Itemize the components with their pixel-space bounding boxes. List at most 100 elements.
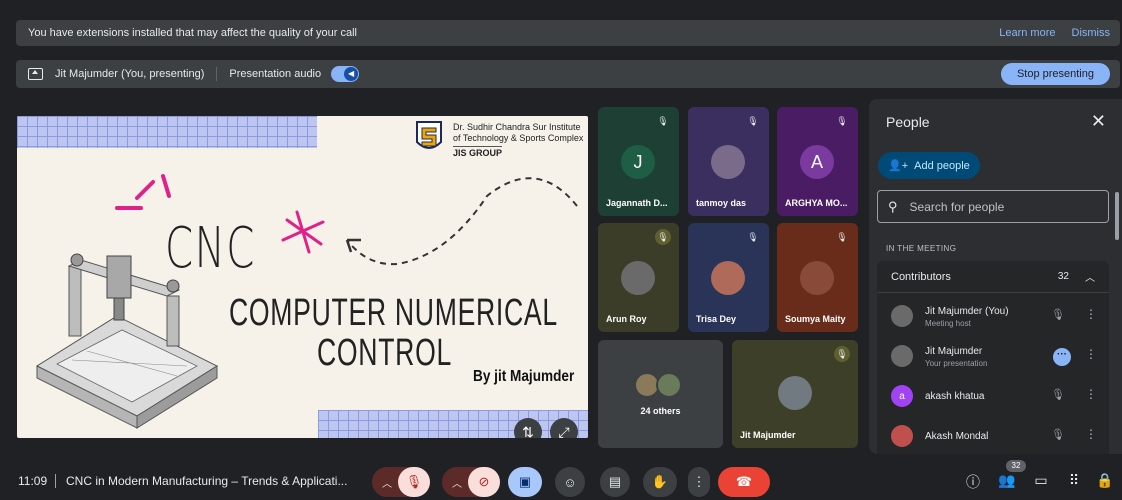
- avatar: [891, 345, 913, 367]
- muted-mic-icon: 🎙: [655, 229, 671, 245]
- captions-button[interactable]: ▤: [600, 467, 630, 497]
- participant-tile[interactable]: 🎙 J Jagannath D...: [598, 107, 679, 216]
- present-screen-icon: [28, 68, 43, 80]
- present-button[interactable]: ▣: [508, 467, 542, 497]
- participant-row[interactable]: Jit Majumder Your presentation ··· ⋮: [877, 337, 1109, 377]
- close-icon[interactable]: ✕: [1091, 111, 1106, 132]
- more-vert-icon: ⋮: [692, 474, 706, 489]
- participant-role: Your presentation: [925, 359, 988, 368]
- more-options-icon[interactable]: ⋮: [1085, 307, 1097, 321]
- add-person-icon: 👤+: [888, 160, 909, 172]
- mic-toggle-button[interactable]: 🎙: [398, 467, 430, 497]
- more-options-button[interactable]: ⋮: [688, 467, 710, 497]
- participant-tile[interactable]: 🎙 tanmoy das: [688, 107, 769, 216]
- chat-icon[interactable]: ▭: [1031, 472, 1051, 489]
- add-people-label: Add people: [914, 159, 970, 172]
- participant-name: Jagannath D...: [606, 198, 668, 208]
- meeting-time: 11:09: [18, 474, 48, 488]
- chevron-up-icon: ︿: [452, 478, 462, 490]
- muted-mic-icon: 🎙: [836, 116, 848, 126]
- stop-presenting-button[interactable]: Stop presenting: [1000, 63, 1110, 85]
- participant-name: tanmoy das: [696, 198, 747, 208]
- participant-name: Arun Roy: [606, 314, 647, 324]
- participant-tile[interactable]: 🎙 A ARGHYA MO...: [777, 107, 858, 216]
- participant-name: Akash Mondal: [925, 431, 989, 442]
- activities-icon[interactable]: ⠿: [1064, 472, 1084, 489]
- avatar: A: [800, 145, 834, 179]
- panel-title: People: [886, 114, 930, 130]
- dismiss-link[interactable]: Dismiss: [1072, 27, 1111, 39]
- avatar: [656, 372, 682, 398]
- contributors-label: Contributors: [891, 270, 951, 283]
- presenter-label: Jit Majumder (You, presenting): [55, 68, 205, 80]
- in-meeting-heading: IN THE MEETING: [886, 244, 957, 253]
- slide-subtitle-line-2: CONTROL: [317, 332, 452, 374]
- participant-tile[interactable]: 🎙 Soumya Maity: [777, 223, 858, 332]
- participant-tile[interactable]: 🎙 Jit Majumder: [732, 340, 858, 448]
- participant-row[interactable]: a akash khatua 🎙 ⋮: [877, 377, 1109, 417]
- avatar: [891, 305, 913, 327]
- divider: [55, 474, 56, 488]
- presentation-audio-toggle[interactable]: ◀: [331, 66, 360, 82]
- camera-off-icon: ⊘: [478, 474, 490, 489]
- raise-hand-button[interactable]: ✋: [643, 467, 677, 497]
- avatar: [778, 376, 812, 410]
- participant-name: Trisa Dey: [696, 314, 737, 324]
- add-people-button[interactable]: 👤+ Add people: [878, 152, 980, 179]
- muted-mic-icon: 🎙: [747, 116, 759, 126]
- presentation-audio-label: Presentation audio: [229, 68, 322, 80]
- mic-off-icon: 🎙: [405, 474, 423, 489]
- muted-mic-icon: 🎙: [747, 232, 759, 242]
- muted-mic-icon: 🎙: [1051, 429, 1065, 441]
- others-count: 24 others: [640, 406, 681, 416]
- slide-illustration: [35, 116, 588, 429]
- people-count-badge: 32: [1006, 460, 1026, 472]
- avatar: [711, 261, 745, 295]
- slide-title: CNC: [165, 216, 256, 281]
- institute-line-2: of Technology & Sports Complex: [453, 133, 584, 143]
- participant-row[interactable]: Jit Majumder (You) Meeting host 🎙 ⋮: [877, 297, 1109, 337]
- muted-mic-icon: 🎙: [836, 232, 848, 242]
- muted-mic-icon: 🎙: [1051, 389, 1065, 401]
- present-screen-icon: ▣: [518, 474, 532, 489]
- avatar: J: [621, 145, 655, 179]
- contributors-count: 32: [1057, 271, 1069, 282]
- institute-name: Dr. Sudhir Chandra Sur Institute of Tech…: [453, 122, 583, 159]
- participant-role: Meeting host: [925, 319, 971, 328]
- more-options-icon[interactable]: ⋮: [1085, 427, 1097, 441]
- contributors-section: Contributors 32 ︿ Jit Majumder (You) Mee…: [877, 261, 1109, 454]
- participant-row[interactable]: Akash Mondal 🎙 ⋮: [877, 417, 1109, 454]
- slide-subtitle-line-1: COMPUTER NUMERICAL: [229, 292, 558, 334]
- leave-call-button[interactable]: ☎: [718, 467, 770, 497]
- more-options-icon[interactable]: ⋮: [1085, 387, 1097, 401]
- muted-mic-icon: 🎙: [1051, 309, 1065, 321]
- scrollbar[interactable]: [1115, 192, 1119, 240]
- learn-more-link[interactable]: Learn more: [999, 27, 1055, 39]
- chevron-up-icon: ︿: [382, 478, 392, 490]
- reactions-button[interactable]: ☺: [555, 467, 585, 497]
- institute-line-1: Dr. Sudhir Chandra Sur Institute: [453, 122, 581, 132]
- participant-tile[interactable]: 🎙 Trisa Dey: [688, 223, 769, 332]
- people-panel: People ✕ 👤+ Add people ⚲ Search for peop…: [869, 99, 1122, 454]
- meeting-info-icon[interactable]: ⓘ: [963, 472, 983, 492]
- participant-tile[interactable]: 🎙 Arun Roy: [598, 223, 679, 332]
- more-options-icon[interactable]: ⋮: [1085, 347, 1097, 361]
- captions-icon: ▤: [608, 474, 622, 489]
- presentation-slide: Dr. Sudhir Chandra Sur Institute of Tech…: [17, 116, 588, 438]
- institute-logo: [416, 121, 442, 149]
- host-controls-icon[interactable]: 🔒: [1095, 472, 1115, 489]
- others-tile[interactable]: 24 others: [598, 340, 723, 448]
- fullscreen-icon[interactable]: ⤢: [550, 418, 578, 438]
- participant-name: Jit Majumder (You): [925, 306, 1009, 317]
- contributors-header[interactable]: Contributors 32 ︿: [877, 261, 1109, 293]
- swap-view-icon[interactable]: ⇅: [514, 418, 542, 438]
- search-people-input[interactable]: ⚲ Search for people: [877, 190, 1109, 223]
- divider: [216, 67, 218, 81]
- participant-name: akash khatua: [925, 391, 985, 402]
- people-icon[interactable]: 👥: [997, 472, 1017, 489]
- avatar: [621, 261, 655, 295]
- camera-toggle-button[interactable]: ⊘: [468, 467, 500, 497]
- banner-message: You have extensions installed that may a…: [28, 27, 357, 39]
- participant-name: ARGHYA MO...: [785, 198, 848, 208]
- avatar: [891, 425, 913, 447]
